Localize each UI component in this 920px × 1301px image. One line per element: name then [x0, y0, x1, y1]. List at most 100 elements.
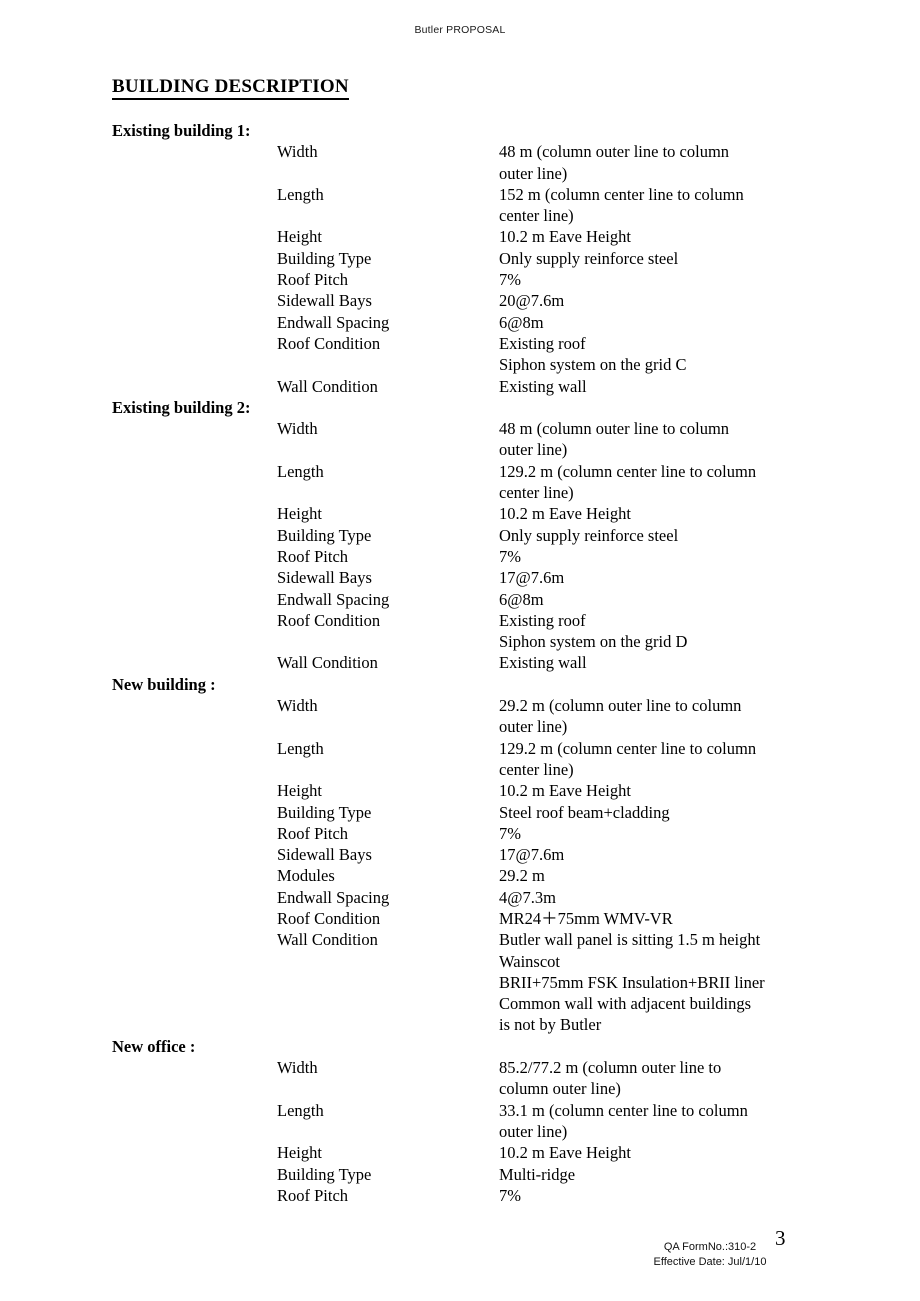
spec-row: Width 29.2 m (column outer line to column…: [0, 695, 920, 738]
spec-label: Sidewall Bays: [277, 291, 372, 311]
spec-label: Length: [277, 184, 324, 204]
spec-value: 4@7.3m: [499, 887, 556, 907]
spec-label: Wall Condition: [277, 376, 378, 396]
spec-label: Width: [277, 1058, 318, 1078]
spec-row: Width 85.2/77.2 m (column outer line to c…: [0, 1057, 920, 1100]
page-title: BUILDING DESCRIPTION: [112, 77, 349, 100]
spec-row: Width 48 m (column outer line to column o…: [0, 418, 920, 461]
spec-value: 10.2 m Eave Height: [499, 227, 631, 247]
spec-row: Modules 29.2 m: [0, 865, 920, 886]
spec-row: Sidewall Bays 20@7.6m: [0, 290, 920, 311]
spec-row: Roof Pitch 7%: [0, 1185, 920, 1206]
spec-value: Only supply reinforce steel: [499, 248, 679, 268]
spec-value: 17@7.6m: [499, 845, 565, 865]
spec-value: 6@8m: [499, 312, 544, 332]
spec-label: Sidewall Bays: [277, 845, 372, 865]
spec-value: 6@8m: [499, 589, 544, 609]
spec-row: Roof Pitch 7%: [0, 823, 920, 844]
spec-value: 17@7.6m: [499, 568, 565, 588]
document-page: Butler PROPOSAL BUILDING DESCRIPTION Exi…: [0, 0, 920, 1301]
spec-label: Building Type: [277, 802, 372, 822]
spec-row: Length 129.2 m (column center line to col…: [0, 461, 920, 504]
spec-label: Roof Condition: [277, 333, 381, 353]
section-heading: Existing building 1:: [112, 121, 251, 140]
spec-label: Height: [277, 1143, 322, 1163]
section-heading: New building :: [112, 674, 216, 694]
spec-label: Length: [277, 461, 324, 481]
spec-value: 10.2 m Eave Height: [499, 504, 631, 524]
footer-effective-date: Effective Date: Jul/1/10: [653, 1256, 767, 1268]
spec-label: Roof Pitch: [277, 823, 349, 843]
spec-value: 10.2 m Eave Height: [499, 1143, 631, 1163]
spec-label: Sidewall Bays: [277, 568, 372, 588]
spec-value: 7%: [499, 546, 521, 566]
spec-row: Roof Pitch 7%: [0, 269, 920, 290]
spec-value: 29.2 m: [499, 866, 545, 886]
spec-row: Roof Condition Existing roof Siphon syste…: [0, 610, 920, 653]
spec-value: Existing roof Siphon system on the grid …: [499, 610, 688, 652]
spec-row: Roof Pitch 7%: [0, 546, 920, 567]
spec-value: Steel roof beam+cladding: [499, 802, 670, 822]
spec-value: Multi-ridge: [499, 1164, 576, 1184]
spec-row: Wall Condition Butler wall panel is sitti…: [0, 929, 920, 1035]
spec-row: Height 10.2 m Eave Height: [0, 503, 920, 524]
spec-row: Height 10.2 m Eave Height: [0, 226, 920, 247]
spec-value: Butler wall panel is sitting 1.5 m heigh…: [499, 930, 765, 1035]
spec-label: Roof Condition: [277, 908, 381, 928]
spec-row: Endwall Spacing 6@8m: [0, 589, 920, 610]
spec-value: 20@7.6m: [499, 291, 565, 311]
spec-row: Endwall Spacing 4@7.3m: [0, 887, 920, 908]
spec-label: Endwall Spacing: [277, 589, 390, 609]
spec-row: Length 33.1 m (column center line to colu…: [0, 1100, 920, 1143]
spec-value: 48 m (column outer line to column outer …: [499, 419, 730, 460]
spec-value: 85.2/77.2 m (column outer line to column…: [499, 1058, 722, 1099]
spec-row: Roof Condition Existing roof Siphon syste…: [0, 333, 920, 376]
spec-value: 152 m (column center line to column cent…: [499, 184, 744, 226]
page-number: 3: [775, 1226, 786, 1250]
spec-label: Roof Pitch: [277, 1185, 349, 1205]
spec-label: Roof Pitch: [277, 270, 349, 290]
spec-label: Width: [277, 142, 318, 162]
spec-row: Height 10.2 m Eave Height: [0, 780, 920, 801]
spec-label: Endwall Spacing: [277, 312, 390, 332]
spec-value: 33.1 m (column center line to column out…: [499, 1100, 748, 1141]
spec-row: Sidewall Bays 17@7.6m: [0, 567, 920, 588]
spec-row: Wall Condition Existing wall: [0, 376, 920, 397]
spec-label: Width: [277, 419, 318, 439]
spec-value: MR24＋75mm WMV-VR: [499, 908, 673, 928]
spec-row: Height 10.2 m Eave Height: [0, 1142, 920, 1163]
spec-value: 7%: [499, 270, 521, 290]
spec-value: 129.2 m (column center line to column ce…: [499, 738, 757, 779]
spec-row: Wall Condition Existing wall: [0, 652, 920, 673]
running-head: Butler PROPOSAL: [414, 24, 506, 36]
spec-value: Existing roof Siphon system on the grid …: [499, 333, 687, 375]
spec-label: Roof Pitch: [277, 546, 349, 566]
document-body: Existing building 1: Width 48 m (column ou…: [0, 120, 920, 1206]
spec-label: Width: [277, 696, 318, 716]
spec-row: Length 152 m (column center line to colum…: [0, 184, 920, 227]
spec-label: Wall Condition: [277, 653, 378, 673]
spec-value: 129.2 m (column center line to column ce…: [499, 461, 757, 503]
spec-row: Building Type Only supply reinforce steel: [0, 525, 920, 546]
spec-label: Height: [277, 781, 322, 801]
spec-value: 7%: [499, 1185, 521, 1205]
spec-row: Roof Condition MR24＋75mm WMV-VR: [0, 908, 920, 929]
spec-row: Building Type Steel roof beam+cladding: [0, 802, 920, 823]
spec-value: Existing wall: [499, 653, 587, 673]
spec-label: Building Type: [277, 1164, 372, 1184]
spec-value: 7%: [499, 823, 521, 843]
spec-label: Building Type: [277, 525, 372, 545]
spec-row: Building Type Only supply reinforce steel: [0, 248, 920, 269]
section-heading: Existing building 2:: [112, 397, 251, 417]
spec-label: Length: [277, 1100, 324, 1120]
spec-row: Building Type Multi-ridge: [0, 1164, 920, 1185]
spec-label: Height: [277, 227, 322, 247]
spec-label: Endwall Spacing: [277, 887, 390, 907]
spec-value: 10.2 m Eave Height: [499, 781, 631, 801]
spec-value: Only supply reinforce steel: [499, 525, 679, 545]
spec-label: Height: [277, 504, 322, 524]
spec-label: Wall Condition: [277, 930, 378, 950]
section-heading: New office :: [112, 1036, 196, 1056]
spec-label: Building Type: [277, 248, 372, 268]
spec-label: Length: [277, 738, 324, 758]
